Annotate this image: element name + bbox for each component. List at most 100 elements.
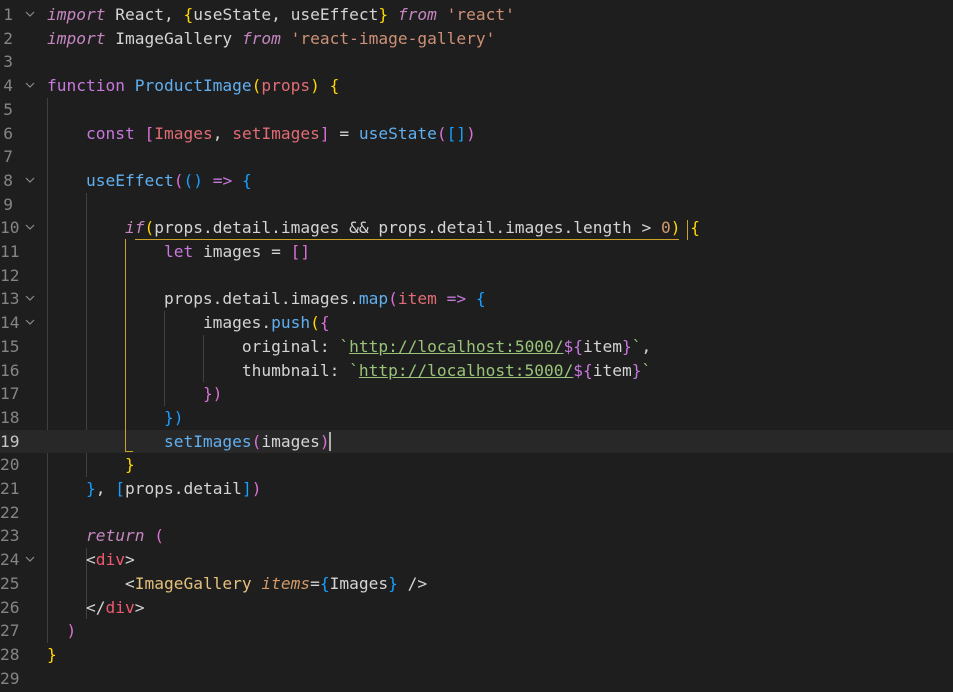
code-line[interactable]: 18 }) (0, 406, 953, 430)
code-line[interactable]: 16 thumbnail: `http://localhost:5000/${i… (0, 359, 953, 383)
bracket-pair-highlight-left (124, 239, 133, 453)
code-token: , (641, 336, 652, 356)
code-text: if(props.detail.images && props.detail.i… (47, 216, 700, 240)
code-token: [ (144, 123, 155, 143)
code-token: } (631, 360, 642, 380)
code-editor[interactable]: 1 import React, {useState, useEffect} fro… (0, 0, 953, 692)
code-line[interactable]: 27 ) (0, 619, 953, 643)
code-line[interactable]: 7 (0, 145, 953, 169)
text-cursor (328, 431, 331, 452)
line-number: 15 (0, 336, 20, 356)
code-line[interactable]: 20 } (0, 453, 953, 477)
fold-chevron-icon[interactable] (25, 548, 35, 572)
code-token: useState, useEffect (193, 5, 379, 24)
bracket-pair-highlight (134, 239, 679, 240)
code-token: http://localhost:5000/ (349, 336, 564, 356)
code-token: ` (339, 336, 350, 356)
line-number: 7 (3, 147, 13, 167)
code-token: React, (105, 5, 184, 24)
code-token: ( (251, 431, 262, 451)
line-number: 4 (3, 76, 13, 96)
bracket-pair-highlight-right (686, 220, 688, 240)
line-number: 23 (0, 526, 20, 546)
code-token: div (95, 550, 125, 570)
code-token: items (261, 573, 311, 593)
code-line[interactable]: 15 original: `http://localhost:5000/${it… (0, 335, 953, 359)
code-text: import ImageGallery from 'react-image-ga… (47, 27, 495, 51)
code-token: { (241, 170, 252, 190)
code-line[interactable]: 17 }) (0, 382, 953, 406)
fold-chevron-icon[interactable] (25, 3, 35, 27)
code-token: ( (144, 218, 155, 238)
code-token: , (95, 479, 116, 498)
code-line[interactable]: 10 if(props.detail.images && props.detai… (0, 216, 953, 240)
code-line[interactable]: 28} (0, 643, 953, 667)
code-text: function ProductImage(props) { (47, 74, 339, 98)
code-text: import React, {useState, useEffect} from… (47, 3, 515, 27)
code-line[interactable]: 4 function ProductImage(props) { (0, 74, 953, 98)
code-line[interactable]: 14 images.push({ (0, 311, 953, 335)
code-token: ) (670, 218, 681, 238)
code-line[interactable]: 23 return ( (0, 524, 953, 548)
code-line[interactable]: 24 <div> (0, 548, 953, 572)
code-line[interactable]: 29 (0, 667, 953, 691)
code-line[interactable]: 9 (0, 193, 953, 217)
code-line[interactable]: 25 <ImageGallery items={Images} /> (0, 572, 953, 596)
code-text: thumbnail: `http://localhost:5000/${item… (47, 359, 651, 383)
code-line[interactable]: 22 (0, 501, 953, 525)
code-token: > (124, 550, 135, 570)
code-line[interactable]: 11 let images = [] (0, 240, 953, 264)
code-token: 'react' (446, 5, 515, 24)
code-token: { (319, 573, 330, 593)
code-token: import (47, 28, 106, 48)
code-line[interactable]: 1 import React, {useState, useEffect} fro… (0, 3, 953, 27)
code-line[interactable]: 13 props.detail.images.map(item => { (0, 287, 953, 311)
line-number: 20 (0, 455, 20, 475)
code-token: { (690, 218, 700, 238)
line-number: 11 (0, 242, 20, 261)
code-token: ` (641, 360, 652, 380)
code-token: item (397, 289, 437, 309)
code-token: http://localhost:5000/ (358, 360, 574, 380)
code-line[interactable]: 3 (0, 50, 953, 74)
code-line[interactable]: 21 }, [props.detail]) (0, 477, 953, 501)
line-number: 26 (0, 597, 20, 617)
code-token: let (163, 242, 194, 261)
code-token: map (358, 289, 389, 309)
code-line[interactable]: 8 useEffect(() => { (0, 169, 953, 193)
code-token: }) (163, 407, 184, 427)
fold-chevron-icon[interactable] (25, 74, 35, 98)
code-line[interactable]: 2 import ImageGallery from 'react-image-g… (0, 27, 953, 51)
code-line[interactable]: 12 (0, 264, 953, 288)
code-line[interactable]: 6 const [Images, setImages] = useState([… (0, 122, 953, 146)
fold-chevron-icon[interactable] (25, 169, 35, 193)
code-token: { (475, 289, 486, 309)
code-line[interactable]: 5 (0, 98, 953, 122)
code-line[interactable]: 19 setImages(images) (0, 429, 953, 454)
line-number: 6 (3, 123, 13, 143)
code-token: Images (329, 573, 389, 593)
code-text: }) (47, 382, 223, 406)
code-token: < (124, 573, 135, 593)
code-token: } (378, 5, 389, 24)
code-token: return (85, 526, 145, 546)
code-token: = (329, 123, 359, 143)
fold-chevron-icon[interactable] (25, 216, 35, 240)
code-token: ${ (563, 336, 584, 356)
code-token: ( (388, 289, 398, 309)
code-token: props.detail.images. (163, 289, 359, 309)
code-line[interactable]: 26 </div> (0, 596, 953, 620)
fold-chevron-icon[interactable] (25, 311, 35, 335)
code-text: <div> (47, 548, 135, 572)
fold-chevron-icon[interactable] (25, 287, 35, 311)
